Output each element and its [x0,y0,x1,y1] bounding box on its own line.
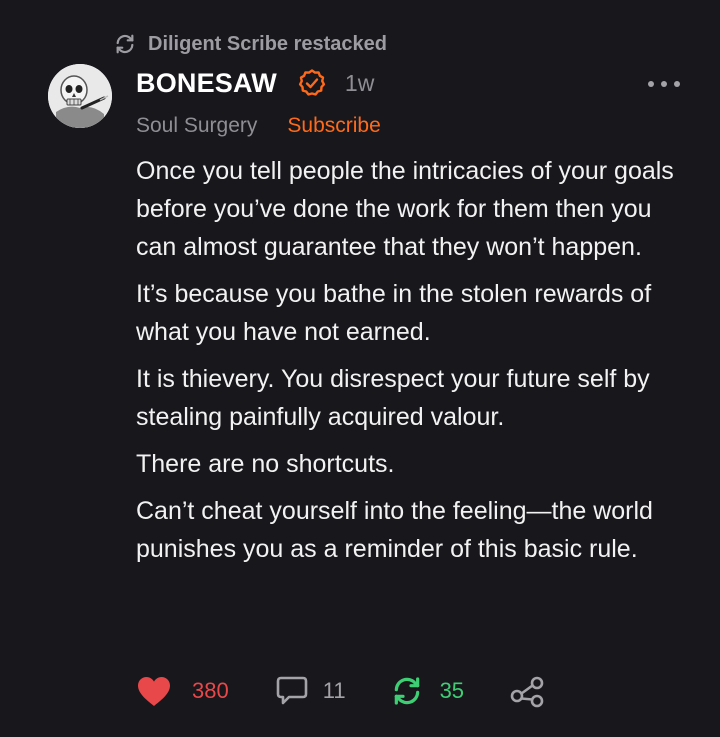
action-bar: 380 11 35 [136,670,546,712]
restack-icon [394,677,419,705]
verified-badge-icon [298,69,326,96]
author-name[interactable]: BONESAW [136,68,277,99]
post-header: BONESAW 1w [136,64,374,102]
more-options-icon[interactable] [648,74,680,94]
like-count: 380 [192,678,229,703]
like-button[interactable]: 380 [136,675,229,707]
restack-count: 35 [439,678,465,703]
comment-button[interactable]: 11 [275,675,346,707]
restack-icon [116,34,134,54]
post-paragraph: There are no shortcuts. [136,450,395,478]
comment-count: 11 [322,678,346,703]
post-paragraph: It’s because you bathe in the stolen rew… [136,280,652,346]
restack-notice: Diligent Scribe restacked [114,30,387,58]
post-paragraph: Can’t cheat yourself into the feeling—th… [136,497,653,563]
share-icon [510,676,544,708]
author-avatar[interactable] [48,64,112,128]
comment-icon [276,676,308,705]
post-time: 1w [344,69,375,96]
restack-button[interactable]: 35 [390,675,464,707]
publication-name[interactable]: Soul Surgery [136,114,257,138]
subscribe-button[interactable]: Subscribe [287,114,380,138]
post-body: Once you tell people the intricacies of … [136,152,696,577]
post-paragraph: Once you tell people the intricacies of … [136,157,674,261]
heart-icon [138,677,170,706]
post-paragraph: It is thievery. You disrespect your futu… [136,365,650,431]
publication-line: Soul Surgery Subscribe [136,111,381,141]
restack-text: Diligent Scribe restacked [148,32,387,55]
share-button[interactable] [508,674,546,708]
